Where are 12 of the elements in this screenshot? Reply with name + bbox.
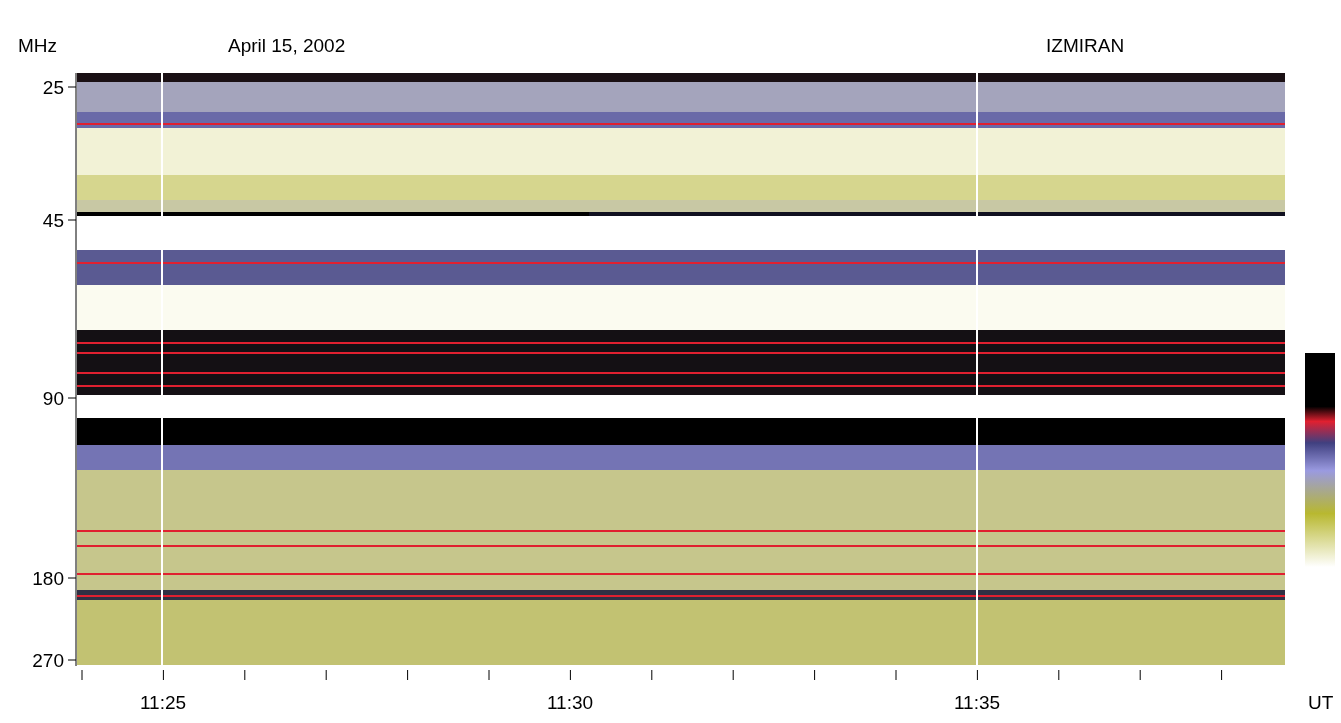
x-axis-label: 11:35 bbox=[953, 692, 1001, 713]
y-axis-label: 180 bbox=[32, 568, 64, 589]
y-axis-label: 25 bbox=[42, 77, 64, 98]
frequency-unit: MHz bbox=[18, 35, 58, 56]
time-unit: UT bbox=[1308, 692, 1334, 713]
observatory-name: IZMIRAN bbox=[1046, 35, 1125, 56]
x-axis-label: 11:25 bbox=[139, 692, 187, 713]
y-axis-label: 270 bbox=[32, 650, 64, 671]
y-axis-label: 90 bbox=[42, 388, 64, 409]
x-axis-label: 11:30 bbox=[546, 692, 594, 713]
plot-date: April 15, 2002 bbox=[228, 35, 346, 56]
y-axis-label: 45 bbox=[42, 210, 64, 231]
